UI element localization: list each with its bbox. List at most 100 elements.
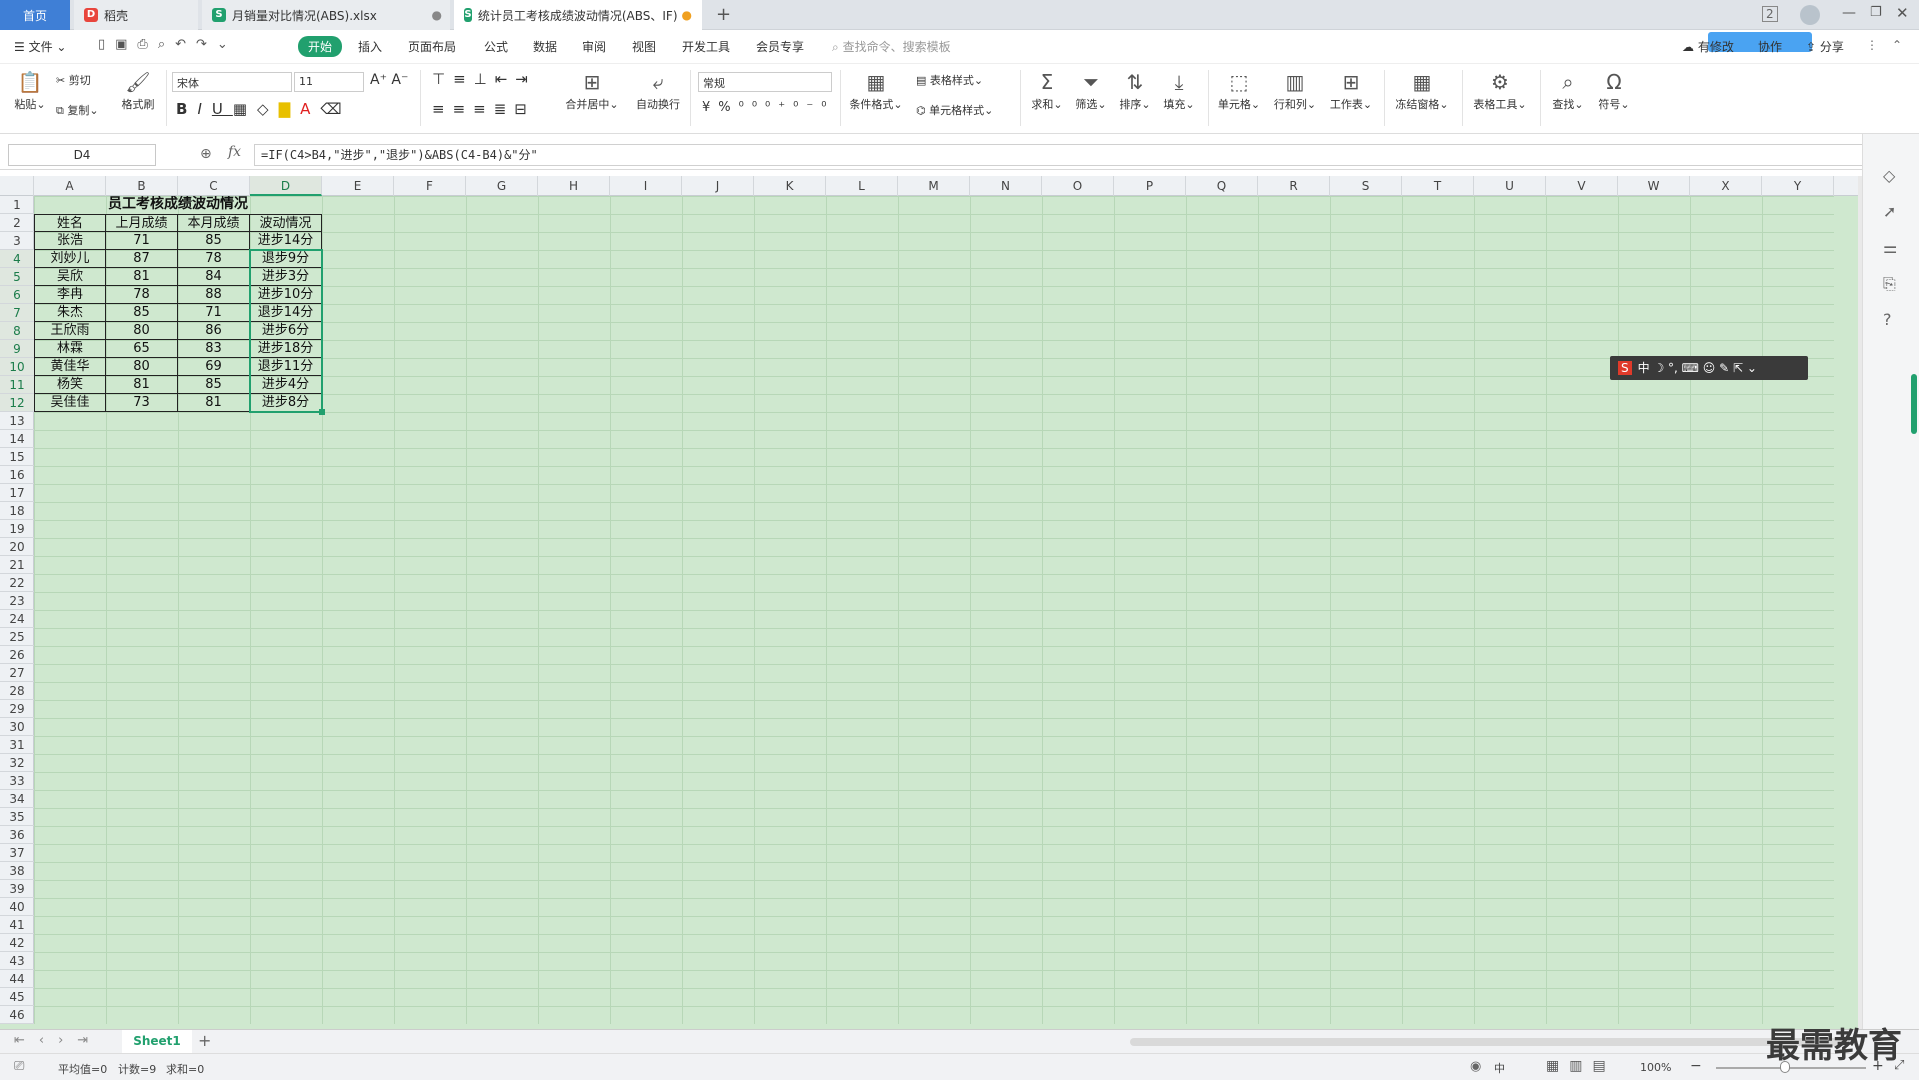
row-header[interactable]: 34 xyxy=(0,790,34,808)
table-cell[interactable]: 刘妙儿 xyxy=(34,250,106,268)
row-header[interactable]: 42 xyxy=(0,934,34,952)
tab-file2[interactable]: S 统计员工考核成绩波动情况(ABS、IF) ● xyxy=(454,0,702,30)
table-cell[interactable]: 84 xyxy=(178,268,250,286)
name-box[interactable]: D4 xyxy=(8,144,156,166)
select-all-corner[interactable] xyxy=(0,176,34,196)
table-cell[interactable]: 71 xyxy=(106,232,178,250)
row-header[interactable]: 9 xyxy=(0,340,34,358)
column-header[interactable]: Q xyxy=(1186,176,1258,196)
table-cell[interactable]: 进步10分 xyxy=(250,286,322,304)
column-header[interactable]: K xyxy=(754,176,826,196)
column-header[interactable]: T xyxy=(1402,176,1474,196)
table-tools-button[interactable]: ⚙ 表格工具⌄ xyxy=(1470,70,1530,112)
close-window-icon[interactable]: ✕ xyxy=(1896,4,1909,22)
row-header[interactable]: 19 xyxy=(0,520,34,538)
cursor-icon[interactable]: ➚ xyxy=(1883,202,1896,221)
table-cell[interactable]: 进步6分 xyxy=(250,322,322,340)
avatar[interactable] xyxy=(1800,5,1820,25)
tab-home[interactable]: 首页 xyxy=(0,0,70,30)
row-header[interactable]: 6 xyxy=(0,286,34,304)
column-header[interactable]: V xyxy=(1546,176,1618,196)
save-status[interactable]: ☁ 有修改 xyxy=(1682,38,1734,55)
row-header[interactable]: 21 xyxy=(0,556,34,574)
table-cell[interactable]: 87 xyxy=(106,250,178,268)
column-header[interactable]: R xyxy=(1258,176,1330,196)
table-cell[interactable]: 退步14分 xyxy=(250,304,322,322)
table-cell[interactable]: 进步8分 xyxy=(250,394,322,412)
menu-item-page-layout[interactable]: 页面布局 xyxy=(408,38,456,55)
row-header[interactable]: 46 xyxy=(0,1006,34,1024)
table-cell[interactable]: 张浩 xyxy=(34,232,106,250)
row-header[interactable]: 11 xyxy=(0,376,34,394)
row-header[interactable]: 43 xyxy=(0,952,34,970)
column-header[interactable]: D xyxy=(250,176,322,196)
table-cell[interactable]: 88 xyxy=(178,286,250,304)
row-header[interactable]: 1 xyxy=(0,196,34,214)
table-header-cell[interactable]: 本月成绩 xyxy=(178,214,250,232)
table-cell[interactable]: 退步11分 xyxy=(250,358,322,376)
properties-icon[interactable]: ⎘ xyxy=(1883,274,1896,294)
row-header[interactable]: 8 xyxy=(0,322,34,340)
row-header[interactable]: 39 xyxy=(0,880,34,898)
wrap-text-button[interactable]: ⤶ 自动换行 xyxy=(630,70,686,112)
row-header[interactable]: 27 xyxy=(0,664,34,682)
row-header[interactable]: 14 xyxy=(0,430,34,448)
table-cell[interactable]: 78 xyxy=(106,286,178,304)
table-cell[interactable]: 78 xyxy=(178,250,250,268)
ime-status[interactable]: 中 xyxy=(1494,1060,1505,1076)
number-format-select[interactable]: 常规 xyxy=(698,72,832,92)
table-cell[interactable]: 李冉 xyxy=(34,286,106,304)
table-cell[interactable]: 王欣雨 xyxy=(34,322,106,340)
font-color-icon[interactable]: A xyxy=(300,100,320,118)
row-header[interactable]: 3 xyxy=(0,232,34,250)
table-cell[interactable]: 进步3分 xyxy=(250,268,322,286)
worksheet-button[interactable]: ⊞ 工作表⌄ xyxy=(1328,70,1374,112)
table-cell[interactable]: 81 xyxy=(178,394,250,412)
fx-icon[interactable]: fx xyxy=(228,144,241,160)
new-tab-plus-icon[interactable]: + xyxy=(716,4,731,25)
column-header[interactable]: N xyxy=(970,176,1042,196)
column-header[interactable]: I xyxy=(610,176,682,196)
row-header[interactable]: 28 xyxy=(0,682,34,700)
more-icon[interactable]: ⋮ xyxy=(1866,38,1878,52)
tab-file1[interactable]: S 月销量对比情况(ABS).xlsx ● xyxy=(202,0,450,30)
table-header-cell[interactable]: 波动情况 xyxy=(250,214,322,232)
cell-button[interactable]: ⬚ 单元格⌄ xyxy=(1216,70,1262,112)
font-name-select[interactable]: 宋体 xyxy=(172,72,292,92)
cond-format-button[interactable]: ▦ 条件格式⌄ xyxy=(848,70,904,112)
symbol-button[interactable]: Ω 符号⌄ xyxy=(1594,70,1634,112)
settings-sliders-icon[interactable]: ⚌ xyxy=(1883,238,1897,257)
row-header[interactable]: 16 xyxy=(0,466,34,484)
ime-lang[interactable]: 中 xyxy=(1638,361,1650,375)
merge-center-button[interactable]: ⊞ 合并居中⌄ xyxy=(562,70,622,112)
menu-item-dev-tools[interactable]: 开发工具 xyxy=(682,38,730,55)
zoom-out-icon[interactable]: − xyxy=(1690,1058,1702,1074)
column-header[interactable]: S xyxy=(1330,176,1402,196)
menu-item-data[interactable]: 数据 xyxy=(533,38,557,55)
underline-icon[interactable]: U xyxy=(212,100,233,118)
menu-item-formula[interactable]: 公式 xyxy=(484,38,508,55)
table-cell[interactable]: 80 xyxy=(106,322,178,340)
menu-item-insert[interactable]: 插入 xyxy=(358,38,382,55)
zoom-slider[interactable] xyxy=(1716,1067,1866,1069)
row-header[interactable]: 12 xyxy=(0,394,34,412)
fill-color-icon[interactable]: ▇ xyxy=(279,100,301,118)
column-header[interactable]: A xyxy=(34,176,106,196)
column-header[interactable]: Y xyxy=(1762,176,1834,196)
collapse-ribbon-icon[interactable]: ⌃ xyxy=(1892,38,1902,52)
row-header[interactable]: 13 xyxy=(0,412,34,430)
row-header[interactable]: 45 xyxy=(0,988,34,1006)
menu-item-member[interactable]: 会员专享 xyxy=(756,38,804,55)
table-cell[interactable]: 83 xyxy=(178,340,250,358)
table-cell[interactable]: 80 xyxy=(106,358,178,376)
diamond-icon[interactable]: ◇ xyxy=(1883,166,1895,185)
row-header[interactable]: 36 xyxy=(0,826,34,844)
formula-input[interactable]: =IF(C4>B4,"进步","退步")&ABS(C4-B4)&"分" xyxy=(254,144,1872,166)
table-cell[interactable]: 林霖 xyxy=(34,340,106,358)
fill-button[interactable]: ⤓ 填充⌄ xyxy=(1160,70,1198,112)
row-header[interactable]: 20 xyxy=(0,538,34,556)
row-header[interactable]: 33 xyxy=(0,772,34,790)
cut-button[interactable]: ✂ 剪切 xyxy=(56,72,91,88)
row-header[interactable]: 41 xyxy=(0,916,34,934)
italic-icon[interactable]: I xyxy=(197,100,211,118)
